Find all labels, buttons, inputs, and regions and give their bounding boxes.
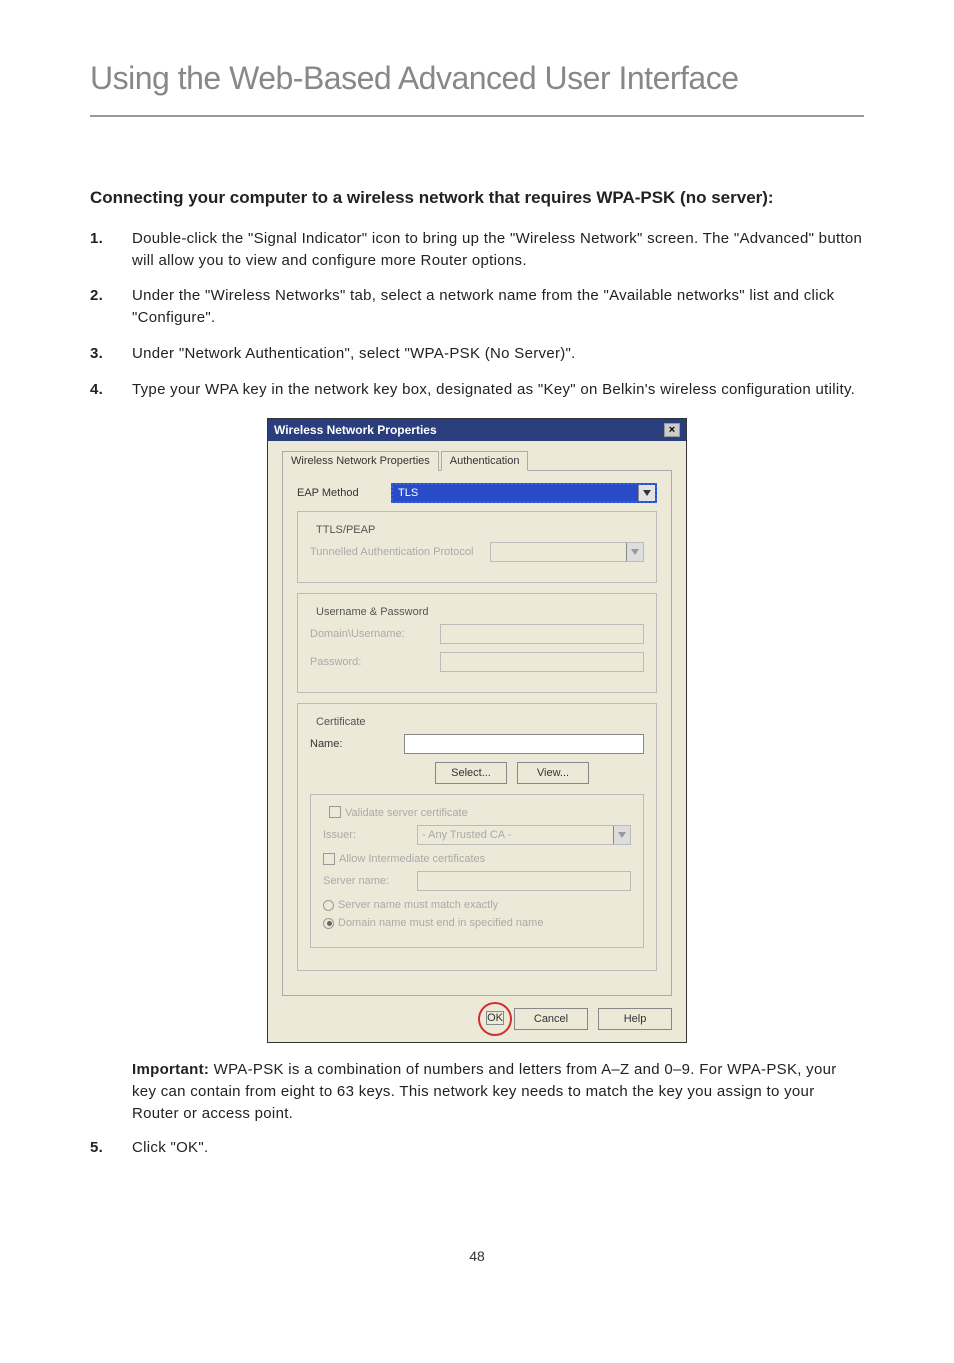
radio-exact-row: Server name must match exactly xyxy=(323,899,631,911)
validate-title: Validate server certificate xyxy=(323,806,474,819)
step-num-4: 4. xyxy=(90,379,112,401)
ttls-title: TTLS/PEAP xyxy=(310,524,381,536)
step-desc-3: Under "Network Authentication", select "… xyxy=(132,343,864,365)
steps-list: 1. Double-click the "Signal Indicator" i… xyxy=(90,228,864,401)
wireless-properties-dialog: Wireless Network Properties × Wireless N… xyxy=(267,418,687,1043)
step-desc-2: Under the "Wireless Networks" tab, selec… xyxy=(132,285,864,329)
step-1: 1. Double-click the "Signal Indicator" i… xyxy=(90,228,864,272)
sub-heading: Connecting your computer to a wireless n… xyxy=(90,187,864,210)
chevron-down-icon xyxy=(613,826,630,844)
cancel-button[interactable]: Cancel xyxy=(514,1008,588,1030)
step-4: 4. Type your WPA key in the network key … xyxy=(90,379,864,401)
cert-title: Certificate xyxy=(310,716,372,728)
chevron-down-icon xyxy=(638,485,655,501)
password-label: Password: xyxy=(310,656,430,668)
important-note: Important: WPA-PSK is a combination of n… xyxy=(132,1059,864,1124)
cert-name-label: Name: xyxy=(310,738,394,750)
allow-intermediate-label: Allow Intermediate certificates xyxy=(339,853,485,865)
eap-method-select[interactable]: TLS xyxy=(391,483,657,503)
domain-username-label: Domain\Username: xyxy=(310,628,430,640)
radio-exact-label: Server name must match exactly xyxy=(338,899,498,911)
cert-name-field[interactable] xyxy=(404,734,644,754)
validate-title-text: Validate server certificate xyxy=(345,807,468,819)
password-field xyxy=(440,652,644,672)
validate-checkbox[interactable] xyxy=(329,806,341,818)
allow-intermediate-row: Allow Intermediate certificates xyxy=(323,853,631,865)
tunnelled-proto-select xyxy=(490,542,644,562)
step-num-1: 1. xyxy=(90,228,112,272)
validate-server-group: Validate server certificate Issuer: - An… xyxy=(310,794,644,948)
step-num-2: 2. xyxy=(90,285,112,329)
issuer-value: - Any Trusted CA - xyxy=(422,829,511,841)
server-name-field xyxy=(417,871,631,891)
page-title: Using the Web-Based Advanced User Interf… xyxy=(90,60,864,117)
issuer-select: - Any Trusted CA - xyxy=(417,825,631,845)
step-desc-4: Type your WPA key in the network key box… xyxy=(132,379,864,401)
tab-wireless-properties[interactable]: Wireless Network Properties xyxy=(282,451,439,471)
certificate-group: Certificate Name: Select... View... Vali… xyxy=(297,703,657,971)
step-5: 5. Click "OK". xyxy=(90,1137,864,1159)
cert-select-button[interactable]: Select... xyxy=(435,762,507,784)
step-desc-5: Click "OK". xyxy=(132,1137,864,1159)
dialog-tabs: Wireless Network Properties Authenticati… xyxy=(282,451,672,471)
dialog-title-bar: Wireless Network Properties × xyxy=(268,419,686,441)
username-password-group: Username & Password Domain\Username: Pas… xyxy=(297,593,657,693)
step-3: 3. Under "Network Authentication", selec… xyxy=(90,343,864,365)
step-num-3: 3. xyxy=(90,343,112,365)
domain-username-field xyxy=(440,624,644,644)
eap-method-value: TLS xyxy=(393,487,423,499)
allow-intermediate-checkbox xyxy=(323,853,335,865)
radio-domain-label: Domain name must end in specified name xyxy=(338,917,543,929)
help-button[interactable]: Help xyxy=(598,1008,672,1030)
dialog-title: Wireless Network Properties xyxy=(274,423,437,437)
server-name-label: Server name: xyxy=(323,875,407,887)
tab-authentication[interactable]: Authentication xyxy=(441,451,529,471)
issuer-label: Issuer: xyxy=(323,829,407,841)
ttls-peap-group: TTLS/PEAP Tunnelled Authentication Proto… xyxy=(297,511,657,583)
important-label: Important: xyxy=(132,1061,209,1078)
close-icon[interactable]: × xyxy=(664,423,680,437)
radio-domain xyxy=(323,918,334,929)
userpass-title: Username & Password xyxy=(310,606,435,618)
ok-button[interactable]: OK xyxy=(486,1011,504,1025)
tunnelled-proto-label: Tunnelled Authentication Protocol xyxy=(310,546,480,558)
tab-panel-authentication: EAP Method TLS TTLS/PEAP Tunnelled Authe… xyxy=(282,470,672,996)
cert-view-button[interactable]: View... xyxy=(517,762,589,784)
radio-exact xyxy=(323,900,334,911)
radio-domain-row: Domain name must end in specified name xyxy=(323,917,631,929)
eap-method-label: EAP Method xyxy=(297,487,381,499)
page-number: 48 xyxy=(90,1248,864,1264)
step-num-5: 5. xyxy=(90,1137,112,1159)
important-text: WPA-PSK is a combination of numbers and … xyxy=(132,1061,837,1122)
steps-list-cont: 5. Click "OK". xyxy=(90,1137,864,1159)
chevron-down-icon xyxy=(626,543,643,561)
step-2: 2. Under the "Wireless Networks" tab, se… xyxy=(90,285,864,329)
step-desc-1: Double-click the "Signal Indicator" icon… xyxy=(132,228,864,272)
dialog-footer: OK Cancel Help xyxy=(282,1008,672,1030)
